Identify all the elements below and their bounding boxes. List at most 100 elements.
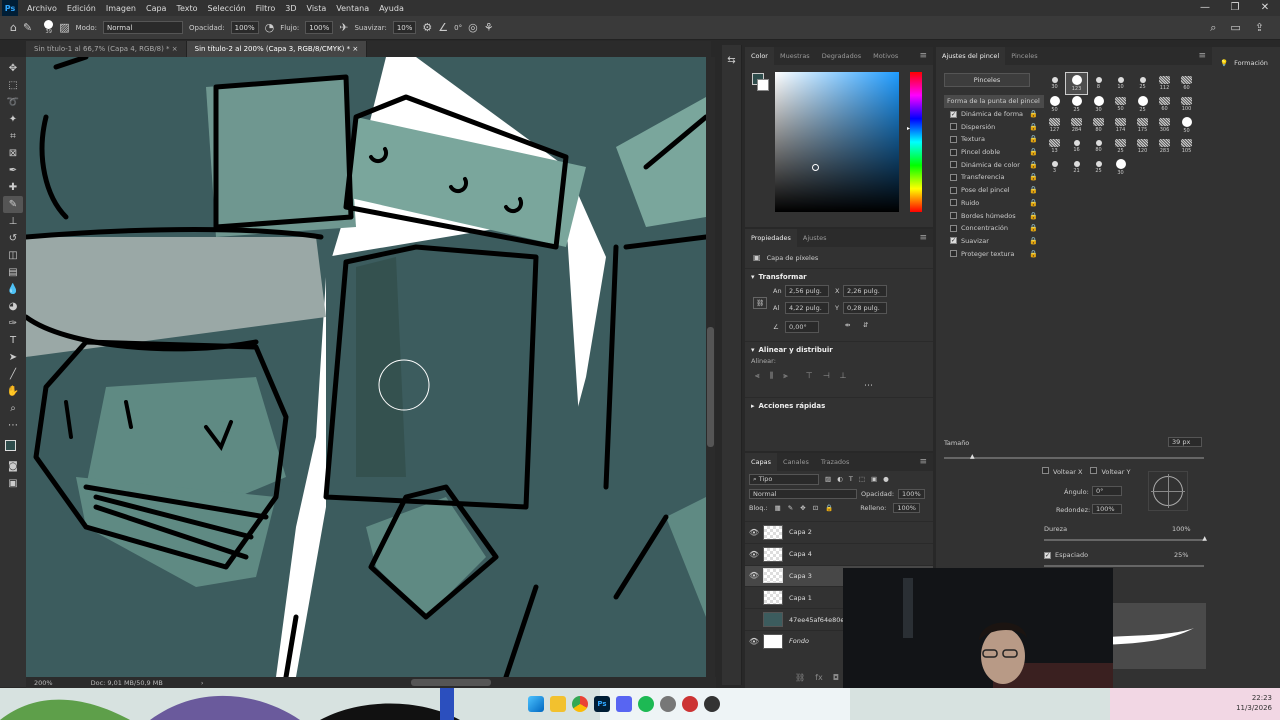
tab-propiedades[interactable]: Propiedades <box>745 229 797 247</box>
file-explorer-icon[interactable] <box>550 696 566 712</box>
lock-all-icon[interactable]: 🔒 <box>825 504 833 512</box>
menu-3d[interactable]: 3D <box>280 4 301 13</box>
checkbox-icon[interactable] <box>950 161 957 169</box>
option-protect-texture[interactable]: Proteger textura 🔒 <box>944 247 1044 260</box>
size-slider[interactable]: ▲ <box>944 453 1204 460</box>
filter-smart-icon[interactable]: ▣ <box>871 475 877 483</box>
option-shape-dynamics[interactable]: ✓ Dinámica de forma 🔒 <box>944 108 1044 121</box>
pinceles-button[interactable]: Pinceles <box>944 73 1030 87</box>
filter-shape-icon[interactable]: ⬚ <box>859 475 865 483</box>
pen-tool-icon[interactable]: ✑ <box>3 315 23 332</box>
brush-preset[interactable]: 25 <box>1132 94 1153 115</box>
brush-preset[interactable]: 60 <box>1176 73 1197 94</box>
brush-preset[interactable]: 120 <box>1132 136 1153 157</box>
checkbox-icon[interactable] <box>950 123 957 131</box>
menu-seleccion[interactable]: Selección <box>203 4 251 13</box>
brush-preset[interactable]: 306 <box>1154 115 1175 136</box>
brush-preset[interactable]: 174 <box>1110 115 1131 136</box>
minimize-icon[interactable]: — <box>1190 0 1220 16</box>
panel-menu-icon[interactable]: ≡ <box>919 51 927 61</box>
menu-capa[interactable]: Capa <box>141 4 171 13</box>
align-top-icon[interactable]: ⊤ <box>806 371 813 381</box>
collapse-chevron-icon[interactable]: ▾ <box>751 273 755 281</box>
eraser-tool-icon[interactable]: ◫ <box>3 247 23 264</box>
layer-row[interactable]: 👁 Capa 4 <box>745 542 933 565</box>
fill-field[interactable]: 100% <box>893 503 920 513</box>
tab-color[interactable]: Color <box>745 47 774 65</box>
y-field[interactable]: 0,28 pulg. <box>843 302 887 314</box>
settings-icon[interactable] <box>704 696 720 712</box>
brush-preset[interactable]: 80 <box>1088 115 1109 136</box>
lock-transparent-icon[interactable]: ▦ <box>775 504 781 512</box>
height-field[interactable]: 4,22 pulg. <box>785 302 829 314</box>
brush-preset-picker[interactable]: 39 <box>44 20 54 35</box>
option-wet-edges[interactable]: Bordes húmedos 🔒 <box>944 209 1044 222</box>
stamp-tool-icon[interactable]: ⊥ <box>3 213 23 230</box>
angle-field[interactable]: 0° <box>1092 486 1122 496</box>
layer-row[interactable]: 👁 Capa 2 <box>745 521 933 543</box>
hardness-slider-thumb[interactable]: ▲ <box>1202 535 1207 542</box>
eye-icon[interactable]: 👁 <box>745 550 763 559</box>
move-tool-icon[interactable]: ✥ <box>3 60 23 77</box>
lasso-tool-icon[interactable]: ➰ <box>3 94 23 111</box>
brush-preset[interactable]: 16 <box>1066 136 1087 157</box>
windows-start-icon[interactable] <box>528 696 544 712</box>
layer-filter-select[interactable]: ⌕ Tipo <box>749 473 819 485</box>
app-icon[interactable] <box>660 696 676 712</box>
menu-archivo[interactable]: Archivo <box>22 4 62 13</box>
collapse-chevron-icon[interactable]: ▸ <box>751 402 755 410</box>
filter-adjust-icon[interactable]: ◐ <box>837 475 843 483</box>
spotify-icon[interactable] <box>638 696 654 712</box>
checkbox-icon[interactable] <box>950 173 957 181</box>
system-clock[interactable]: 22:23 11/3/2026 <box>1236 693 1272 713</box>
checkbox-icon[interactable] <box>1090 467 1098 474</box>
option-smoothing[interactable]: ✓ Suavizar 🔒 <box>944 235 1044 248</box>
size-field[interactable]: 39 px <box>1168 437 1202 447</box>
close-icon[interactable]: ✕ <box>1250 0 1280 16</box>
healing-tool-icon[interactable]: ✚ <box>3 179 23 196</box>
lock-icon[interactable]: 🔒 <box>1029 123 1038 131</box>
marquee-tool-icon[interactable]: ⬚ <box>3 77 23 94</box>
eye-icon[interactable]: 👁 <box>745 528 763 537</box>
lock-artboard-icon[interactable]: ⊡ <box>813 504 818 512</box>
history-panel-icon[interactable]: ⇆ <box>722 55 741 66</box>
crop-tool-icon[interactable]: ⌗ <box>3 128 23 145</box>
menu-ayuda[interactable]: Ayuda <box>374 4 409 13</box>
option-tip-shape[interactable]: Forma de la punta del pincel <box>944 95 1044 108</box>
brush-tool-icon[interactable]: ✎ <box>3 196 23 213</box>
checkbox-icon[interactable] <box>950 148 957 156</box>
search-icon[interactable]: ⌕ <box>1210 21 1216 35</box>
lock-icon[interactable]: 🔒 <box>1029 148 1038 156</box>
tab-ajustes-pincel[interactable]: Ajustes del pincel <box>936 47 1006 65</box>
canvas-horizontal-scrollbar[interactable] <box>411 679 492 686</box>
option-color-dynamics[interactable]: Dinámica de color 🔒 <box>944 158 1044 171</box>
brush-angle-widget[interactable] <box>1148 471 1188 511</box>
tab-motivos[interactable]: Motivos <box>867 47 904 65</box>
path-select-tool-icon[interactable]: ➤ <box>3 349 23 366</box>
brush-preset[interactable]: 25 <box>1110 136 1131 157</box>
lock-icon[interactable]: 🔒 <box>1029 110 1038 118</box>
hand-tool-icon[interactable]: ✋ <box>3 383 23 400</box>
brush-preset[interactable]: 50 <box>1044 94 1065 115</box>
opacidad-field[interactable]: 100% <box>230 21 259 34</box>
tab-pinceles[interactable]: Pinceles <box>1005 47 1043 65</box>
brush-preset[interactable]: 30 <box>1110 157 1131 178</box>
more-options-icon[interactable]: ⋯ <box>745 381 933 391</box>
checkbox-icon[interactable] <box>950 199 957 207</box>
align-vcenter-icon[interactable]: ⊣ <box>823 371 830 381</box>
option-noise[interactable]: Ruido 🔒 <box>944 197 1044 210</box>
width-field[interactable]: 2,56 pulg. <box>785 285 829 297</box>
spacing-slider[interactable] <box>1044 565 1204 567</box>
brush-preset[interactable]: 10 <box>1110 73 1131 94</box>
eye-icon[interactable]: 👁 <box>745 637 763 646</box>
pressure-size-icon[interactable]: ◎ <box>468 21 478 34</box>
brush-preset[interactable]: 21 <box>1066 157 1087 178</box>
checkbox-icon[interactable] <box>950 135 957 143</box>
history-brush-icon[interactable]: ↺ <box>3 230 23 247</box>
discord-icon[interactable] <box>616 696 632 712</box>
brush-preset[interactable]: 30 <box>1044 73 1065 94</box>
brush-preset[interactable]: 30 <box>1088 94 1109 115</box>
brush-preset[interactable]: 3 <box>1044 157 1065 178</box>
option-brush-pose[interactable]: Pose del pincel 🔒 <box>944 184 1044 197</box>
opacity-field[interactable]: 100% <box>898 489 925 499</box>
